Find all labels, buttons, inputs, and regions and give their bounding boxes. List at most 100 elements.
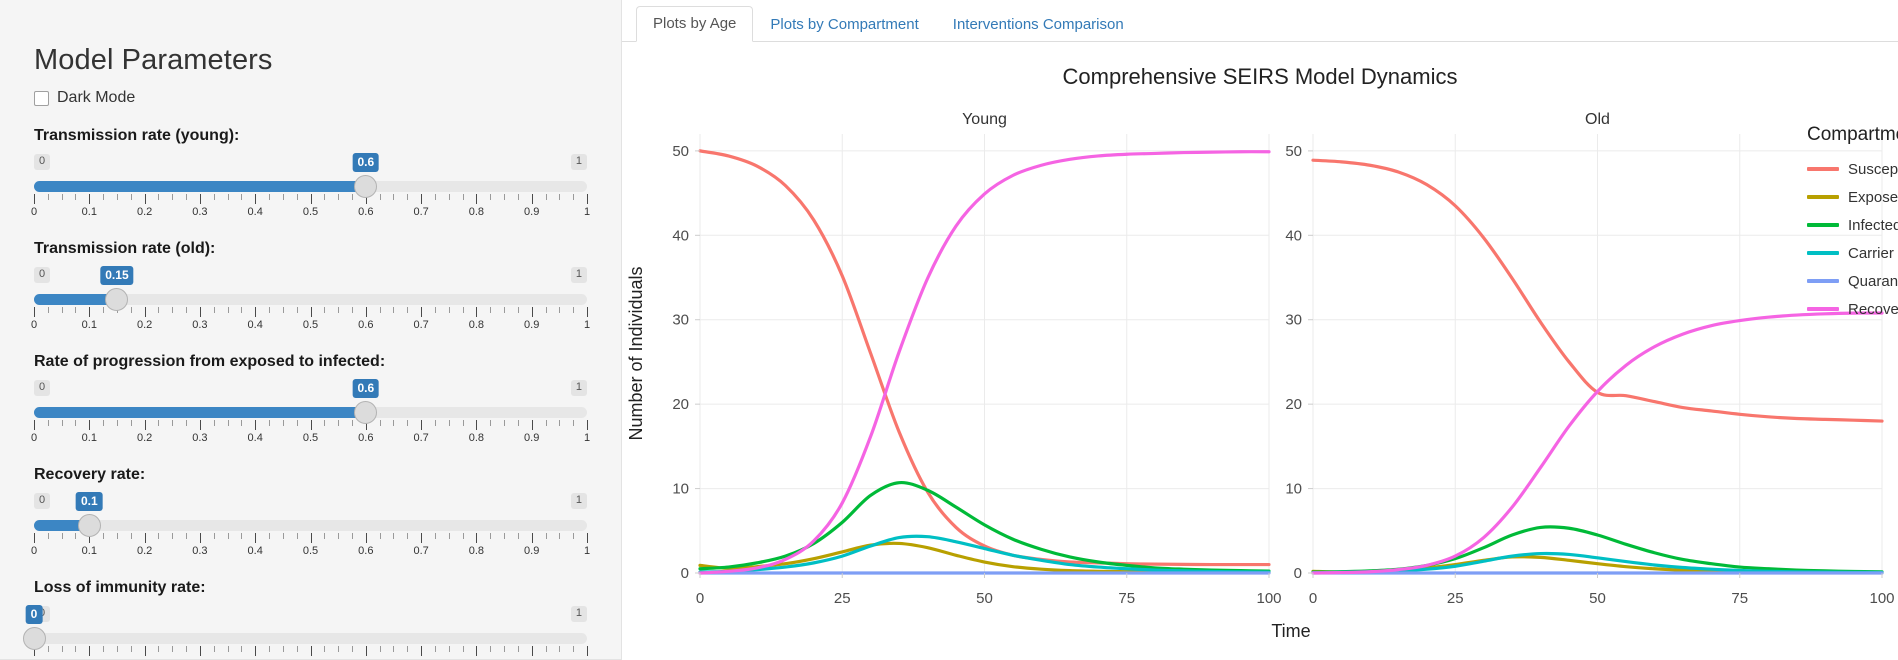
x-axis-tick-label: 25 [834,590,851,607]
slider-tick-label: 0.8 [468,319,485,331]
slider-tick [199,646,201,656]
slider-minor-tick [351,194,353,200]
slider-minor-tick [282,307,284,313]
legend-item-label: Infected [1848,216,1898,234]
legend-color-swatch [1807,279,1839,283]
slider-minor-tick [504,307,506,313]
slider-block: Loss of immunity rate: 0 1 0 00.10.20.30… [22,579,590,659]
tab-plots-by-age[interactable]: Plots by Age [636,6,754,42]
slider-minor-tick [130,420,132,426]
legend-item[interactable]: Exposed [1807,183,1898,211]
slider-tick [476,646,478,656]
slider-track[interactable] [34,520,587,531]
slider-minor-tick [545,646,547,652]
legend-item[interactable]: Infected [1807,211,1898,239]
slider-minor-tick [282,533,284,539]
slider-minor-tick [517,194,519,200]
slider-tick [89,646,91,656]
slider-label: Transmission rate (young): [34,127,240,144]
slider-minor-tick [504,533,506,539]
slider-track[interactable] [34,407,587,418]
slider-max-label: 1 [570,606,587,622]
slider-control[interactable]: 0 1 0.1 0 0.1 0.2 0.3 0.4 0.5 0.6 0.7 0.8 0.9 1 [31,492,590,565]
legend-item[interactable]: Quarantined [1807,267,1898,295]
slider-minor-tick [186,533,188,539]
dark-mode-toggle[interactable]: Dark Mode [34,89,587,107]
slider-minor-tick [296,307,298,313]
slider-control[interactable]: 0 1 0.6 0 0.1 0.2 0.3 0.4 0.5 0.6 0.7 0.8 0.9 1 [30,379,590,452]
legend-item[interactable]: Carrier [1807,239,1898,267]
legend-item[interactable]: Susceptible [1807,155,1898,183]
slider-tick [89,420,91,430]
slider-handle[interactable] [22,627,46,650]
slider-block: Transmission rate (old): 0 1 0.15 0 0.1 0.… [31,240,590,339]
x-axis-tick-label: 100 [1256,590,1281,607]
slider-minor-tick [47,307,49,313]
y-axis-tick-label: 50 [1285,143,1302,160]
tab-plots-by-compartment[interactable]: Plots by Compartment [753,7,935,42]
slider-max-label: 1 [570,493,587,509]
checkbox-icon[interactable] [34,90,49,106]
seirs-plot: Young 0 10 20 30 40 50 0 25 50 75 100 Old 0 10 20 30 40 50… [626,111,1895,641]
slider-minor-tick [407,646,409,652]
slider-minor-tick [559,420,561,426]
slider-tick [89,307,91,317]
slider-min-label: 0 [34,380,51,396]
slider-list: Transmission rate (young): 0 1 0.6 0 0.1 0… [22,127,590,659]
slider-value-badge: 0 [25,605,43,624]
slider-minor-tick [213,420,215,426]
slider-tick [476,194,478,204]
y-axis-tick-label: 0 [1294,565,1302,582]
slider-minor-tick [296,533,298,539]
slider-minor-tick [172,307,174,313]
slider-ruler: 0 0.1 0.2 0.3 0.4 0.5 0.6 0.7 0.8 0.9 1 [30,420,590,450]
slider-minor-tick [351,646,353,652]
slider-tick [531,194,533,204]
slider-tick-label: 0.8 [468,432,485,444]
slider-tick [365,533,367,543]
slider-tick-label: 0.7 [413,319,429,331]
legend-item[interactable]: Recovered [1807,295,1898,323]
slider-minor-tick [227,420,229,426]
slider-tick [255,307,257,317]
slider-tick [34,420,35,430]
slider-tick-label: 0.2 [136,206,153,218]
slider-min-label: 0 [34,267,51,283]
slider-minor-tick [379,194,381,200]
legend-color-swatch [1807,251,1839,255]
slider-minor-tick [241,533,243,539]
x-axis-tick-label: 75 [1118,590,1135,607]
slider-minor-tick [47,194,49,200]
slider-tick-label: 0.6 [358,319,374,331]
slider-minor-tick [338,646,340,652]
tab-interventions-comparison[interactable]: Interventions Comparison [936,7,1141,42]
slider-minor-tick [490,420,492,426]
legend-color-swatch [1807,307,1839,311]
slider-tick-label: 0.2 [136,432,153,444]
slider-minor-tick [545,533,547,539]
slider-track[interactable] [34,633,587,644]
slider-control[interactable]: 0 1 0 00.10.20.30.40.50.60.70.80.91 [22,605,590,659]
slider-tick [144,533,146,543]
slider-minor-tick [324,307,326,313]
slider-minor-tick [434,646,436,652]
slider-minor-tick [172,194,174,200]
slider-minor-tick [434,307,436,313]
slider-tick [310,307,312,317]
slider-track[interactable] [34,181,587,192]
slider-minor-tick [158,420,160,426]
y-axis-tick-label: 10 [672,481,689,498]
dark-mode-label: Dark Mode [57,89,136,106]
slider-control[interactable]: 0 1 0.6 0 0.1 0.2 0.3 0.4 0.5 0.6 0.7 0.8 0.9 1 [31,153,590,226]
slider-minor-tick [227,533,229,539]
slider-minor-tick [227,307,229,313]
slider-minor-tick [75,646,77,652]
slider-minor-tick [434,420,436,426]
slider-tick-label: 0.3 [192,432,208,444]
slider-control[interactable]: 0 1 0.15 0 0.1 0.2 0.3 0.4 0.5 0.6 0.7 0.8 0.9 1 [31,266,590,339]
slider-tick [34,307,35,317]
slider-handle[interactable] [77,514,101,537]
slider-tick-label: 0 [30,432,38,444]
slider-minor-tick [324,533,326,539]
y-axis-title: Number of Individuals [626,266,646,440]
